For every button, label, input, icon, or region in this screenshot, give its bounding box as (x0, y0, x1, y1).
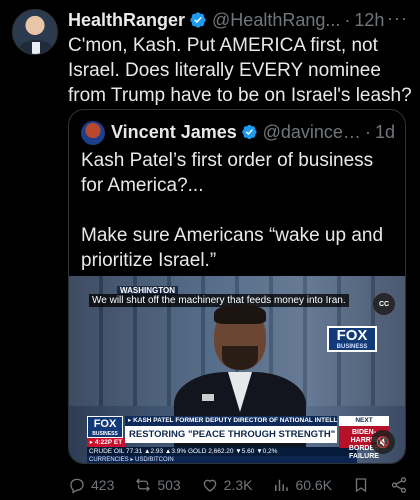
more-options-icon[interactable]: ··· (387, 8, 408, 29)
broadcast-time: ▸ 4:22P ET (87, 438, 125, 447)
logo-text: FOX (336, 327, 368, 344)
author-name[interactable]: HealthRanger (68, 10, 185, 31)
repost-button[interactable]: 503 (134, 476, 181, 494)
quote-author-name[interactable]: Vincent James (111, 122, 237, 143)
like-button[interactable]: 2.3K (201, 476, 253, 494)
avatar-shirt (32, 42, 40, 54)
quote-header: Vincent James @davincen... · 1d (111, 120, 395, 144)
tweet-header: HealthRanger @HealthRang... · 12h ··· (68, 8, 408, 32)
views-icon (275, 479, 289, 491)
fox-business-bug: FOX BUSINESS (87, 416, 123, 438)
heart-icon (203, 479, 216, 492)
lapel-pin (202, 394, 214, 401)
speaker-beard (222, 346, 258, 370)
separator-dot: · (344, 9, 351, 30)
reply-count: 423 (91, 477, 115, 493)
closed-captions-button[interactable]: CC (373, 293, 395, 315)
video-player[interactable]: WASHINGTON We will shut off the machiner… (69, 276, 405, 463)
chyron-headline: RESTORING "PEACE THROUGH STRENGTH" FOREI… (125, 426, 337, 443)
quote-text: Kash Patel’s first order of business for… (81, 148, 397, 273)
views-button[interactable]: 60.6K (272, 476, 332, 494)
repost-icon (136, 478, 151, 492)
reply-button[interactable]: 423 (68, 476, 114, 494)
verified-badge-icon (241, 124, 257, 140)
quote-paragraph-1: Kash Patel’s first order of business for… (81, 150, 374, 196)
quote-author-handle[interactable]: @davincen... (263, 122, 361, 143)
action-bar: 423 503 2.3K 60.6K (68, 474, 408, 496)
view-count: 60.6K (295, 477, 333, 493)
currency-ticker: CURRENCIES ▸ USD/BITCOIN (87, 456, 357, 463)
tweet-time[interactable]: 12h (354, 10, 384, 31)
separator-dot: · (364, 121, 371, 142)
quoted-tweet[interactable]: Vincent James @davincen... · 1d Kash Pat… (68, 109, 406, 464)
logo-sub: BUSINESS (336, 344, 368, 350)
speaker-name-bar: ▸ KASH PATEL FORMER DEPUTY DIRECTOR OF N… (125, 416, 337, 426)
quote-paragraph-2: Make sure Americans “wake up and priorit… (81, 225, 384, 271)
bookmark-icon (355, 478, 367, 493)
market-ticker: CRUDE OIL 77.31 ▲2.93 ▲3.9% GOLD 2,662.2… (87, 447, 357, 456)
quote-time[interactable]: 1d (375, 122, 395, 143)
like-count: 2.3K (223, 477, 253, 493)
tweet-text: C'mon, Kash. Put AMERICA first, not Isra… (68, 35, 412, 106)
share-icon (391, 477, 407, 493)
share-button[interactable] (390, 476, 408, 494)
next-label: NEXT (339, 416, 389, 426)
author-handle[interactable]: @HealthRang... (212, 10, 340, 31)
lower-third: FOX BUSINESS ▸ KASH PATEL FORMER DEPUTY … (69, 416, 405, 463)
repost-count: 503 (157, 477, 181, 493)
reply-icon (70, 478, 84, 494)
speaker-hair (214, 304, 266, 324)
author-avatar[interactable] (12, 9, 58, 55)
bug-logo-sub: BUSINESS (92, 431, 118, 437)
verified-badge-icon (190, 12, 206, 28)
quote-author-avatar[interactable] (81, 121, 105, 145)
speaker-muted-icon[interactable]: 🔇 (371, 430, 395, 454)
bookmark-button[interactable] (352, 476, 370, 494)
tweet[interactable]: HealthRanger @HealthRang... · 12h ··· C'… (0, 0, 420, 500)
fox-business-logo: FOX BUSINESS (327, 326, 377, 352)
bug-logo-text: FOX (93, 418, 117, 430)
